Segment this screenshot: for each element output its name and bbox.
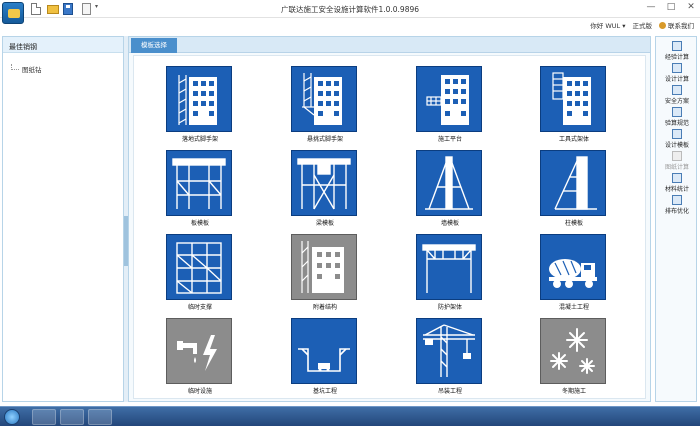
temporary-support-icon	[166, 234, 232, 300]
edition-label: 正式版	[632, 22, 653, 30]
tile-beam-formwork[interactable]: 梁模板	[291, 150, 359, 227]
tile-label: 施工平台	[437, 136, 462, 143]
save-icon[interactable]	[63, 3, 73, 15]
tool-label: 验算规范	[664, 120, 689, 127]
tool-label: 材料统计	[664, 186, 689, 193]
concrete-mixer-truck-icon	[540, 234, 606, 300]
tile-label: 工具式架体	[558, 136, 589, 143]
tree-item-label: 图纸钻	[22, 66, 42, 74]
app-logo-icon[interactable]	[2, 2, 24, 24]
tool-label: 图纸计算	[664, 164, 689, 171]
minimize-button[interactable]: —	[646, 2, 656, 12]
tower-crane-icon	[416, 318, 482, 384]
contact-label: 联系我们	[668, 22, 694, 30]
new-file-icon[interactable]	[31, 3, 41, 15]
tool-label: 设计计算	[664, 76, 689, 83]
slab-formwork-icon	[166, 150, 232, 216]
tile-tool-frame[interactable]: 工具式架体	[540, 66, 608, 143]
quick-access-dropdown-icon[interactable]: ▾	[95, 3, 101, 13]
tile-label: 基坑工程	[312, 388, 337, 395]
user-menu[interactable]: 你好 WUL ▾	[590, 20, 625, 30]
tile-label: 防护架体	[437, 304, 462, 311]
foundation-pit-icon	[291, 318, 357, 384]
tool-label: 经验计算	[664, 54, 689, 61]
maximize-button[interactable]: □	[666, 2, 676, 12]
magnifier-icon	[672, 41, 682, 51]
close-button[interactable]: ✕	[686, 2, 696, 12]
building-scaffold-icon	[166, 66, 232, 132]
tile-cantilever-scaffold[interactable]: 悬挑式脚手架	[291, 66, 359, 143]
tool-frame-icon	[540, 66, 606, 132]
template-grid: 落地式脚手架 悬挑式脚手架 施工平台 工具式架体 板模板 梁模板 墙模板 柱模板…	[133, 55, 646, 399]
taskbar-item-app[interactable]	[88, 409, 112, 425]
bar-chart-icon	[672, 173, 682, 183]
tile-label: 柱模板	[564, 220, 583, 227]
tool-label: 设计模板	[664, 142, 689, 149]
tab-template-select[interactable]: 模板选择	[131, 38, 177, 53]
tile-foundation-pit[interactable]: 基坑工程	[291, 318, 359, 395]
wall-formwork-icon	[416, 150, 482, 216]
grid-icon	[672, 151, 682, 161]
tile-protective-frame[interactable]: 防护架体	[416, 234, 484, 311]
tile-label: 落地式脚手架	[181, 136, 218, 143]
start-button-icon[interactable]	[4, 409, 20, 425]
tile-label: 临时支撑	[187, 304, 212, 311]
tile-label: 临时设施	[187, 388, 212, 395]
window-title: 广联达施工安全设施计算软件1.0.0.9896	[280, 5, 420, 14]
taskbar	[0, 406, 700, 426]
left-panel-header: 最佳销钢	[3, 37, 123, 53]
layout-icon	[672, 195, 682, 205]
document-icon	[672, 85, 682, 95]
tree-item[interactable]: 图纸钻	[11, 63, 42, 74]
tile-winter-construction[interactable]: 冬期施工	[540, 318, 608, 395]
protective-frame-icon	[416, 234, 482, 300]
tile-temporary-support[interactable]: 临时支撑	[166, 234, 234, 311]
tile-floor-scaffold[interactable]: 落地式脚手架	[166, 66, 234, 143]
beam-formwork-icon	[291, 150, 357, 216]
template-icon	[672, 129, 682, 139]
tile-temporary-facilities[interactable]: 临时设施	[166, 318, 234, 395]
snowflake-icon	[540, 318, 606, 384]
water-electric-icon	[166, 318, 232, 384]
tile-label: 悬挑式脚手架	[306, 136, 343, 143]
right-toolbar: 经验计算 设计计算 安全方案 验算规范 设计模板 图纸计算 材料统计 排布优化	[655, 36, 697, 402]
tile-concrete-works[interactable]: 混凝土工程	[540, 234, 608, 311]
user-bar: 你好 WUL ▾ 正式版 联系我们	[590, 19, 694, 31]
tile-construction-platform[interactable]: 施工平台	[416, 66, 484, 143]
tile-slab-formwork[interactable]: 板模板	[166, 150, 234, 227]
tool-label: 安全方案	[664, 98, 689, 105]
cantilever-scaffold-icon	[291, 66, 357, 132]
attached-structure-icon	[291, 234, 357, 300]
check-icon	[672, 107, 682, 117]
tile-attached-structure[interactable]: 附着结构	[291, 234, 359, 311]
title-bar: ▾ 广联达施工安全设施计算软件1.0.0.9896 — □ ✕	[0, 0, 700, 18]
undo-icon[interactable]	[82, 3, 91, 15]
construction-platform-icon	[416, 66, 482, 132]
tool-layout-optimize[interactable]: 排布优化	[657, 193, 697, 223]
contact-icon	[659, 22, 666, 29]
taskbar-item-explorer[interactable]	[32, 409, 56, 425]
tile-column-formwork[interactable]: 柱模板	[540, 150, 608, 227]
tile-label: 吊装工程	[437, 388, 462, 395]
center-panel: 模板选择 落地式脚手架 悬挑式脚手架 施工平台 工具式架体 板模板 梁模板 墙模…	[128, 36, 651, 402]
tool-label: 排布优化	[664, 208, 689, 215]
left-panel: 最佳销钢 图纸钻	[2, 36, 124, 402]
taskbar-item-folder[interactable]	[60, 409, 84, 425]
tile-hoisting-works[interactable]: 吊装工程	[416, 318, 484, 395]
tree-connector	[11, 63, 19, 70]
tile-label: 冬期施工	[561, 388, 586, 395]
tile-label: 墙模板	[440, 220, 459, 227]
tile-label: 梁模板	[315, 220, 334, 227]
tile-label: 附着结构	[312, 304, 337, 311]
tile-label: 混凝土工程	[558, 304, 589, 311]
contact-link[interactable]: 联系我们	[659, 20, 694, 30]
tile-wall-formwork[interactable]: 墙模板	[416, 150, 484, 227]
tab-strip: 模板选择	[129, 37, 650, 53]
tile-label: 板模板	[190, 220, 209, 227]
column-formwork-icon	[540, 150, 606, 216]
calculator-icon	[672, 63, 682, 73]
open-folder-icon[interactable]	[47, 5, 59, 14]
